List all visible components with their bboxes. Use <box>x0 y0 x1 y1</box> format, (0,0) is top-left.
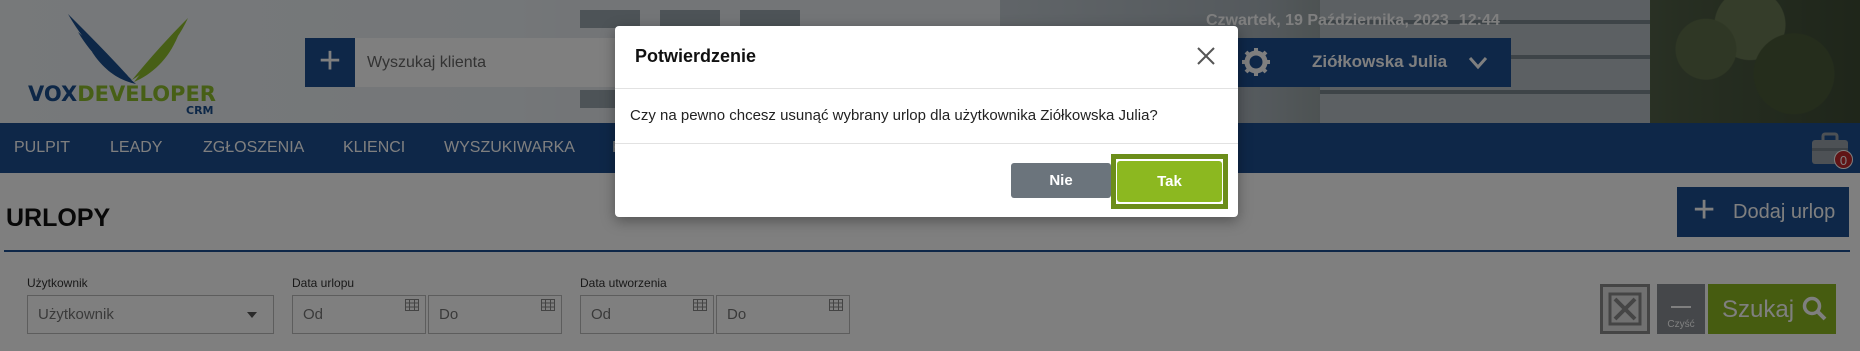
dialog-divider <box>615 143 1238 144</box>
dialog-title: Potwierdzenie <box>635 46 757 66</box>
no-button[interactable]: Nie <box>1011 163 1111 198</box>
confirmation-dialog: Potwierdzenie Czy na pewno chcesz usunąć… <box>615 26 1238 217</box>
close-icon[interactable] <box>1194 44 1218 68</box>
yes-button[interactable]: Tak <box>1117 161 1222 202</box>
dialog-divider <box>615 88 1238 89</box>
dialog-message: Czy na pewno chcesz usunąć wybrany urlop… <box>630 107 1158 124</box>
